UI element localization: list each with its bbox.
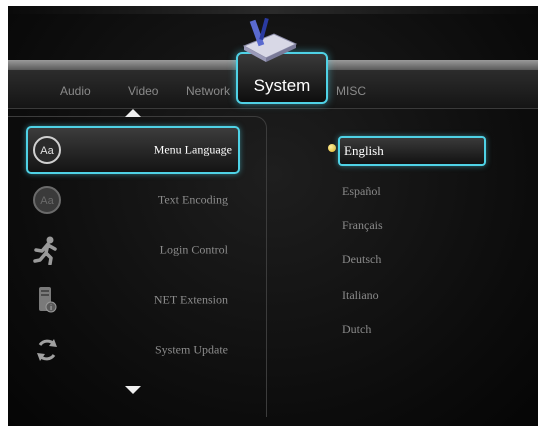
aa-text-icon: Aa	[33, 186, 61, 214]
menu-item-system-update[interactable]: System Update	[28, 330, 234, 370]
selected-bullet-icon	[328, 144, 336, 152]
menu-item-menu-language[interactable]: Aa Menu Language	[26, 126, 240, 174]
tab-video[interactable]: Video	[128, 84, 158, 98]
option-francais[interactable]: Français	[342, 218, 383, 233]
scroll-down-arrow-icon[interactable]	[125, 386, 141, 394]
option-label: English	[344, 143, 384, 158]
storage-device-icon: i	[39, 287, 57, 313]
menu-item-label: System Update	[155, 342, 228, 357]
menu-item-text-encoding[interactable]: Aa Text Encoding	[28, 180, 234, 220]
tab-misc[interactable]: MISC	[336, 84, 366, 98]
tab-audio[interactable]: Audio	[60, 84, 91, 98]
running-man-icon	[33, 236, 57, 265]
menu-item-login-control[interactable]: Login Control	[28, 230, 234, 270]
option-espanol[interactable]: Español	[342, 184, 381, 199]
option-deutsch[interactable]: Deutsch	[342, 252, 381, 267]
option-english[interactable]: English	[338, 136, 486, 166]
aa-text-icon: Aa	[33, 136, 61, 164]
menu-item-label: Text Encoding	[157, 192, 228, 207]
system-tab-icon	[242, 17, 298, 62]
option-italiano[interactable]: Italiano	[342, 288, 379, 303]
menu-item-label: NET Extension	[153, 292, 228, 307]
option-dutch[interactable]: Dutch	[342, 322, 371, 337]
tab-system-label: System	[253, 76, 311, 95]
top-edge	[8, 6, 538, 14]
tab-network[interactable]: Network	[186, 84, 230, 98]
refresh-icon	[37, 339, 57, 361]
svg-text:Aa: Aa	[40, 145, 54, 157]
svg-text:Aa: Aa	[40, 195, 54, 207]
scroll-up-arrow-icon[interactable]	[125, 109, 141, 117]
menu-item-label: Menu Language	[153, 142, 232, 157]
menu-item-label: Login Control	[159, 242, 228, 257]
media-player-screen: Audio Video Network System MISC Aa Menu …	[8, 6, 538, 426]
menu-item-net-extension[interactable]: i NET Extension	[28, 280, 234, 320]
